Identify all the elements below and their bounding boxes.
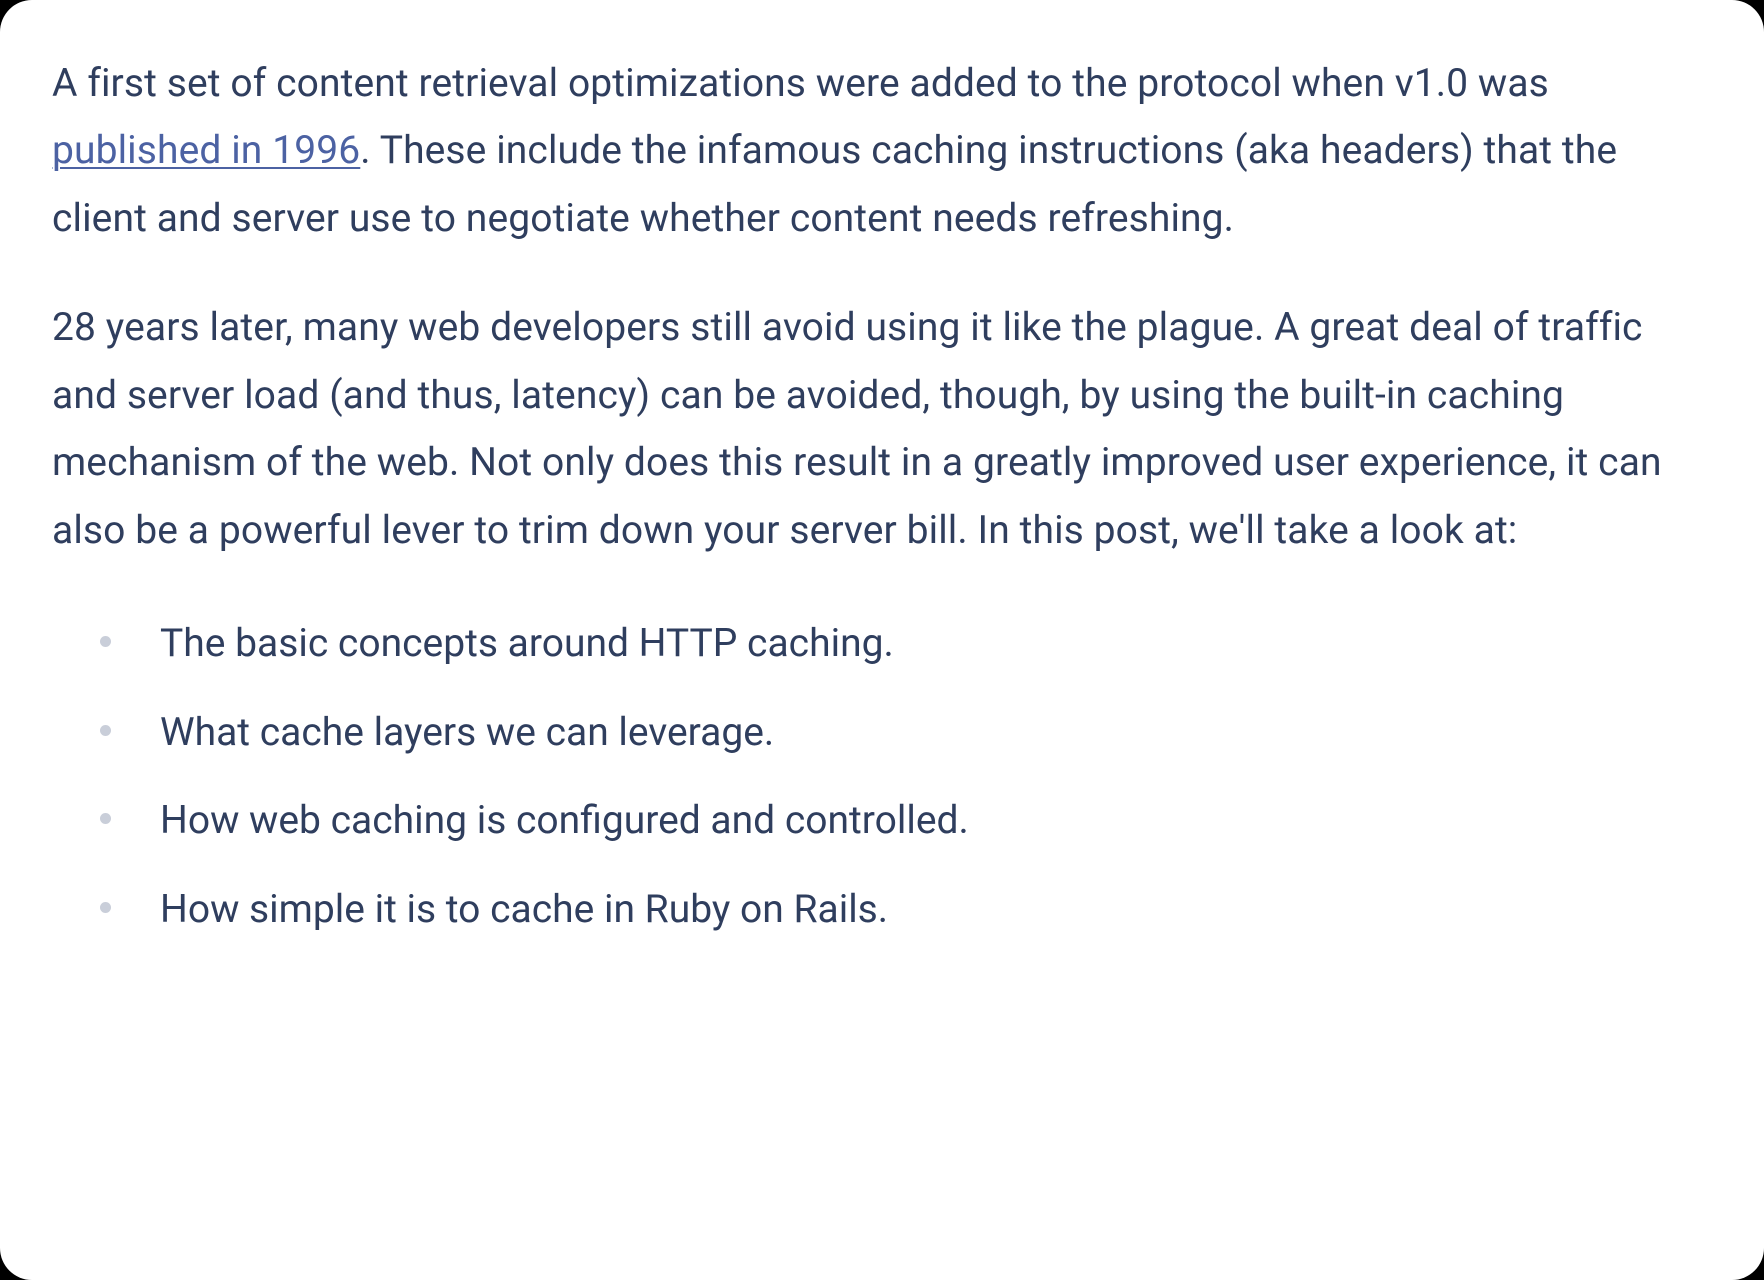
list-item: What cache layers we can leverage. — [100, 703, 1712, 762]
list-item: How web caching is configured and contro… — [100, 791, 1712, 850]
paragraph-text: A first set of content retrieval optimiz… — [52, 60, 1549, 106]
list-item: The basic concepts around HTTP caching. — [100, 614, 1712, 673]
topics-list: The basic concepts around HTTP caching. … — [52, 614, 1712, 938]
article-card: A first set of content retrieval optimiz… — [0, 0, 1764, 1280]
intro-paragraph-1: A first set of content retrieval optimiz… — [52, 50, 1712, 252]
published-1996-link[interactable]: published in 1996 — [52, 127, 360, 173]
intro-paragraph-2: 28 years later, many web developers stil… — [52, 294, 1712, 564]
list-item: How simple it is to cache in Ruby on Rai… — [100, 880, 1712, 939]
